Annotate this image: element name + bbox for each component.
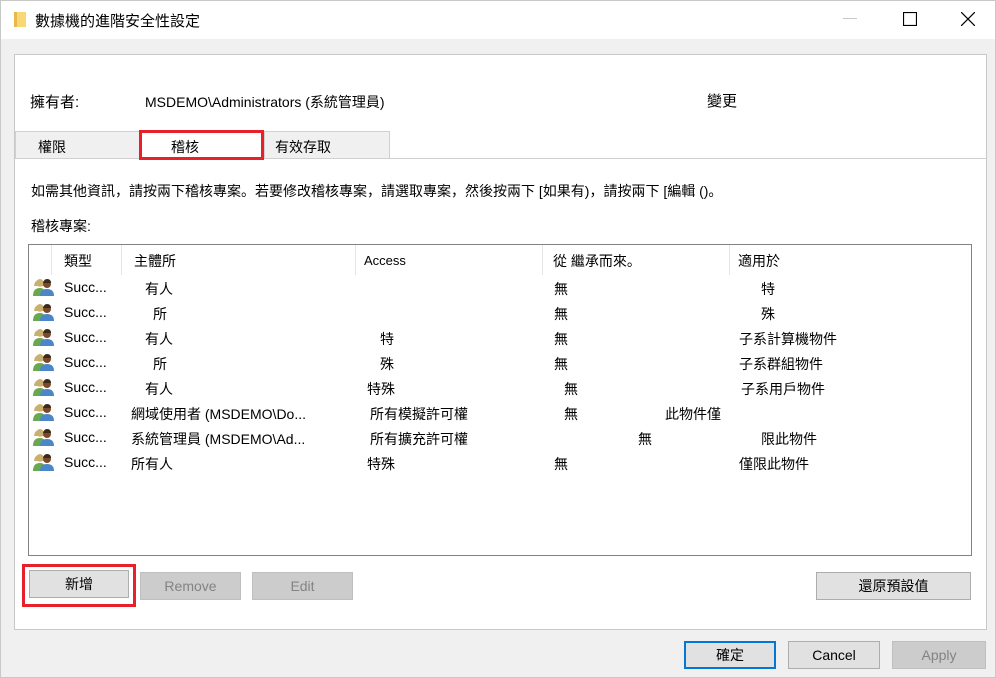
cell-access: 特殊 [367, 456, 395, 472]
cell-inherited: 無 [564, 406, 578, 422]
cell-type: Succ... [64, 304, 107, 320]
cell-type: Succ... [64, 279, 107, 295]
description-text: 如需其他資訊，請按兩下稽核專案。若要修改稽核專案，請選取專案，然後按兩下 [如果… [31, 183, 723, 199]
cell-inherited: 無 [554, 331, 568, 347]
column-header-type[interactable]: 類型 [52, 245, 122, 275]
tab-permissions[interactable]: 權限 [15, 131, 140, 158]
cell-access: 特 [380, 331, 394, 347]
users-icon [33, 454, 54, 471]
cell-inherited: 無 [564, 381, 578, 397]
users-icon [33, 304, 54, 321]
ok-button[interactable]: 確定 [684, 641, 776, 669]
table-row[interactable]: Succ... 有人 特 無 子系計算機物件 [29, 325, 971, 350]
cell-inherited: 無 [554, 306, 568, 322]
tab-bar: 權限 稽核 有效存取 [15, 131, 986, 159]
column-header-access[interactable]: Access [356, 245, 543, 275]
column-header-inherited[interactable]: 從 繼承而來。 [543, 245, 730, 275]
window-title: 數據機的進階安全性設定 [35, 13, 201, 30]
cell-principal: 所 [153, 306, 167, 322]
cell-principal: 有人 [145, 281, 173, 297]
cell-principal: 所 [153, 356, 167, 372]
cell-principal: 網域使用者 (MSDEMO\Do... [131, 406, 307, 422]
users-icon [33, 329, 54, 346]
owner-value: MSDEMO\Administrators (系統管理員) [145, 94, 385, 110]
add-button[interactable]: 新增 [29, 570, 129, 598]
remove-button[interactable]: Remove [140, 572, 241, 600]
table-row[interactable]: Succ... 有人 特殊 無 子系用戶物件 [29, 375, 971, 400]
content-panel: 擁有者: MSDEMO\Administrators (系統管理員) 變更 權限… [14, 54, 987, 630]
owner-label: 擁有者: [30, 94, 80, 111]
cell-applies-to: 此物件僅 [665, 406, 721, 422]
cell-inherited: 無 [638, 431, 652, 447]
table-row[interactable]: Succ... 所有人 特殊 無 僅限此物件 [29, 450, 971, 475]
cell-applies-to: 限此物件 [761, 431, 817, 447]
cell-applies-to: 殊 [761, 306, 775, 322]
close-icon [961, 12, 975, 26]
minimize-icon [843, 18, 857, 19]
cell-principal: 有人 [145, 381, 173, 397]
users-icon [33, 429, 54, 446]
cell-access: 特殊 [367, 381, 395, 397]
edit-button[interactable]: Edit [252, 572, 353, 600]
cell-principal: 所有人 [131, 456, 173, 472]
table-row[interactable]: Succ... 網域使用者 (MSDEMO\Do... 所有模擬許可權 無 此物件僅 [29, 400, 971, 425]
column-header-applies-to[interactable]: 適用於 [730, 245, 971, 275]
audit-entries-list[interactable]: 類型 主體所 Access 從 繼承而來。 適用於 Succ... 有人無特 Suc… [28, 244, 972, 556]
cell-inherited: 無 [554, 356, 568, 372]
cell-access: 殊 [380, 356, 394, 372]
cell-type: Succ... [64, 454, 107, 470]
maximize-icon [903, 12, 917, 26]
change-owner-link[interactable]: 變更 [707, 90, 737, 111]
cell-access: 所有模擬許可權 [370, 406, 468, 422]
users-icon [33, 404, 54, 421]
cell-type: Succ... [64, 329, 107, 345]
cell-type: Succ... [64, 429, 107, 445]
cell-inherited: 無 [554, 456, 568, 472]
restore-defaults-button[interactable]: 還原預設值 [816, 572, 971, 600]
cell-applies-to: 子系群組物件 [739, 356, 823, 372]
maximize-button[interactable] [887, 1, 933, 37]
users-icon [33, 379, 54, 396]
cell-applies-to: 特 [761, 281, 775, 297]
cell-principal: 有人 [145, 331, 173, 347]
table-row[interactable]: Succ... 所 無 殊 [29, 300, 971, 325]
apply-button[interactable]: Apply [892, 641, 986, 669]
cancel-button[interactable]: Cancel [788, 641, 880, 669]
cell-type: Succ... [64, 354, 107, 370]
column-header-principal[interactable]: 主體所 [122, 245, 356, 275]
cell-applies-to: 子系計算機物件 [739, 331, 837, 347]
advanced-security-settings-window: 數據機的進階安全性設定 擁有者: MSDEMO\Administrators (… [0, 0, 996, 678]
column-header-icon [29, 245, 52, 275]
table-row[interactable]: Succ... 所 殊 無 子系群組物件 [29, 350, 971, 375]
cell-applies-to: 僅限此物件 [739, 456, 809, 472]
table-row[interactable]: Succ... 系統管理員 (MSDEMO\Ad... 所有擴充許可權 無 限此物件 [29, 425, 971, 450]
cell-inherited: 無 [554, 281, 568, 297]
folder-icon [14, 12, 26, 27]
cell-type: Succ... [64, 404, 107, 420]
users-icon [33, 354, 54, 371]
close-button[interactable] [945, 1, 991, 37]
tab-auditing[interactable]: 稽核 [140, 131, 264, 159]
cell-principal: 系統管理員 (MSDEMO\Ad... [131, 431, 306, 447]
users-icon [33, 279, 54, 296]
cell-type: Succ... [64, 379, 107, 395]
cell-applies-to: 子系用戶物件 [741, 381, 825, 397]
audit-entries-label: 稽核專案: [31, 218, 91, 234]
cell-access: 所有擴充許可權 [370, 431, 468, 447]
list-header: 類型 主體所 Access 從 繼承而來。 適用於 [29, 245, 971, 275]
minimize-button[interactable] [827, 1, 873, 37]
table-row[interactable]: Succ... 有人 無 特 [29, 275, 971, 300]
title-bar: 數據機的進階安全性設定 [1, 1, 995, 39]
tab-effective-access[interactable]: 有效存取 [264, 131, 390, 158]
